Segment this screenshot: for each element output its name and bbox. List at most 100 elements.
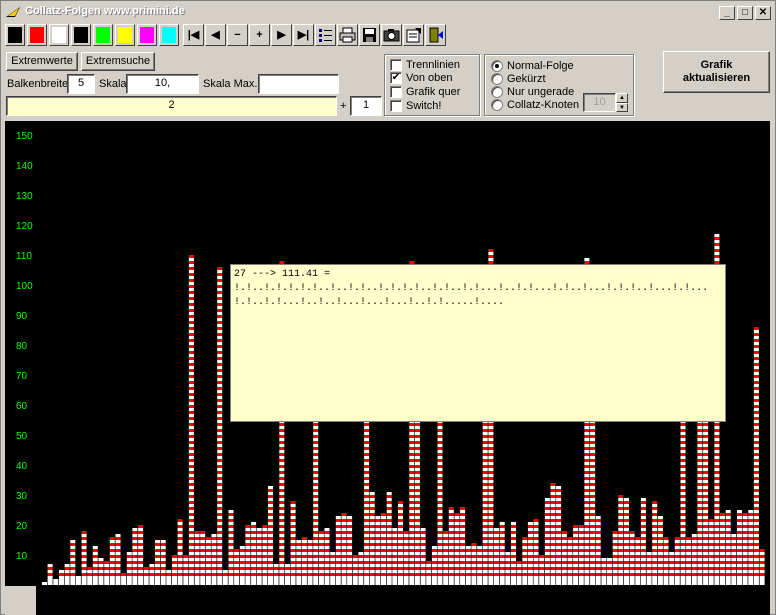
maximize-button[interactable]: □	[737, 6, 753, 20]
tooltip-line-2: !.!..!.!.!.!.!..!..!.!..!.!.!.!..!.!..!.…	[234, 283, 709, 294]
y-tick-label: 150	[16, 131, 33, 142]
bar	[92, 546, 98, 585]
knoten-input[interactable]: 10	[583, 93, 616, 112]
first-button[interactable]: |◀	[183, 24, 204, 46]
minimize-button[interactable]: _	[719, 6, 735, 20]
bar	[652, 501, 658, 585]
bar	[262, 525, 268, 585]
balkenbreite-label: Balkenbreite	[7, 78, 69, 90]
switch-checkbox[interactable]	[390, 100, 402, 112]
bar	[166, 570, 172, 585]
bar	[211, 534, 217, 585]
trennlinien-label: Trennlinien	[406, 59, 461, 71]
skala-max-label: Skala Max.	[203, 78, 258, 90]
bar	[460, 507, 466, 585]
bar	[398, 501, 403, 585]
close-button[interactable]: ✕	[755, 6, 771, 20]
nur-ungerade-radio[interactable]	[491, 86, 503, 98]
swatch-fill	[118, 27, 132, 43]
bar	[669, 552, 675, 585]
bar	[663, 537, 669, 585]
bar	[155, 540, 160, 585]
plus-sign: +	[340, 100, 347, 112]
bar	[98, 558, 104, 585]
y-tick-label: 60	[16, 401, 28, 412]
bar	[522, 537, 528, 585]
color-swatch[interactable]	[115, 24, 135, 46]
bar	[403, 531, 409, 585]
color-swatch[interactable]	[71, 24, 91, 46]
edit-icon[interactable]	[403, 24, 424, 46]
update-line1: Grafik	[700, 59, 733, 71]
last-button[interactable]: ▶|	[293, 24, 314, 46]
bar	[222, 570, 228, 585]
bar	[126, 552, 132, 585]
bar	[369, 492, 375, 585]
bar	[646, 552, 652, 585]
normal-folge-radio[interactable]	[491, 60, 503, 72]
title-bar: Collatz-Folgen www.primini.de _ □ ✕	[3, 3, 773, 21]
bar	[285, 564, 290, 585]
bar	[629, 531, 635, 585]
bar	[635, 537, 641, 585]
color-swatch[interactable]	[93, 24, 113, 46]
bar	[499, 522, 505, 585]
bar	[573, 525, 579, 585]
skala-max-input[interactable]	[258, 74, 339, 94]
bar	[505, 552, 511, 585]
bar	[188, 255, 194, 585]
gekuerzt-radio[interactable]	[491, 73, 503, 85]
bar	[268, 486, 273, 585]
skala-input[interactable]: 10,	[126, 74, 199, 94]
bar	[561, 531, 567, 585]
grafik-quer-checkbox[interactable]	[390, 86, 402, 98]
color-swatch[interactable]	[5, 24, 25, 46]
color-swatch[interactable]	[159, 24, 179, 46]
bar	[239, 546, 245, 585]
plus-button[interactable]: +	[249, 24, 270, 46]
extremsuche-button[interactable]: Extremsuche	[81, 52, 155, 71]
camera-icon[interactable]	[381, 24, 402, 46]
next-button[interactable]: ▶	[271, 24, 292, 46]
balkenbreite-input[interactable]: 5	[67, 74, 95, 94]
color-swatch[interactable]	[49, 24, 69, 46]
spin-down-icon[interactable]: ▼	[616, 103, 628, 112]
exit-icon[interactable]	[425, 24, 446, 46]
bar	[607, 558, 612, 585]
bar	[753, 327, 759, 585]
save-icon[interactable]	[359, 24, 380, 46]
y-tick-label: 90	[16, 311, 28, 322]
y-tick-label: 110	[16, 251, 32, 262]
trennlinien-checkbox[interactable]	[390, 59, 402, 71]
bar	[567, 537, 573, 585]
bar	[318, 531, 324, 585]
step-input[interactable]: 1	[350, 96, 382, 116]
bar	[737, 510, 742, 585]
start-input[interactable]: 2	[6, 96, 337, 116]
collatz-knoten-radio[interactable]	[491, 99, 503, 111]
y-tick-label: 100	[16, 281, 33, 292]
prev-button[interactable]: ◀	[205, 24, 226, 46]
sequence-tooltip: 27 ---> 111.41 =!.!..!.!.!.!.!..!..!.!..…	[230, 264, 726, 422]
extremwerte-button[interactable]: Extremwerte	[6, 52, 78, 71]
von-oben-label: Von oben	[406, 72, 453, 84]
bar	[386, 492, 392, 585]
bar	[347, 516, 353, 585]
von-oben-checkbox[interactable]: ✔	[390, 72, 402, 84]
list-icon[interactable]	[315, 24, 336, 46]
print-icon[interactable]	[337, 24, 358, 46]
color-swatch[interactable]	[137, 24, 157, 46]
grafik-aktualisieren-button[interactable]: Grafik aktualisieren	[663, 51, 770, 93]
bar	[64, 564, 70, 585]
main-window: Collatz-Folgen www.primini.de _ □ ✕ |◀ ◀…	[0, 0, 776, 615]
bar	[177, 519, 183, 585]
minus-button[interactable]: −	[227, 24, 248, 46]
bar	[686, 537, 692, 585]
swatch-fill	[162, 27, 176, 43]
switch-label: Switch!	[406, 100, 442, 112]
bar	[143, 567, 149, 585]
color-swatch[interactable]	[27, 24, 47, 46]
bar	[595, 516, 601, 585]
bar	[731, 534, 737, 585]
spin-up-icon[interactable]: ▲	[616, 93, 628, 103]
